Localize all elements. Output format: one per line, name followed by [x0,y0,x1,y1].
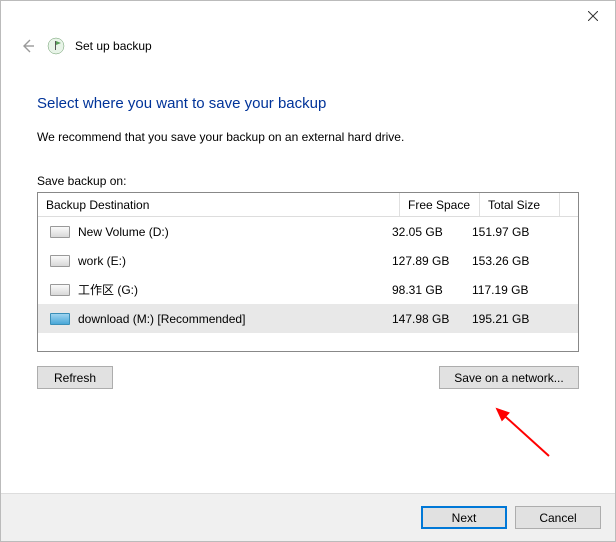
col-header-pad [560,193,578,216]
hdd-icon [50,313,70,325]
drive-total-size: 195.21 GB [472,312,552,326]
col-header-free[interactable]: Free Space [400,193,480,216]
save-on-label: Save backup on: [37,174,579,188]
drive-name: 工作区 (G:) [74,281,392,298]
col-header-total[interactable]: Total Size [480,193,560,216]
drive-name: New Volume (D:) [74,225,392,239]
refresh-button[interactable]: Refresh [37,366,113,389]
next-button[interactable]: Next [421,506,507,529]
drive-row[interactable]: work (E:)127.89 GB153.26 GB [38,246,578,275]
drive-name: work (E:) [74,254,392,268]
hdd-icon [50,284,70,296]
hdd-icon [50,226,70,238]
hdd-icon [50,255,70,267]
drive-row[interactable]: 工作区 (G:)98.31 GB117.19 GB [38,275,578,304]
drive-total-size: 151.97 GB [472,225,552,239]
drive-total-size: 117.19 GB [472,283,552,297]
window-close-button[interactable] [571,1,615,31]
page-heading: Select where you want to save your backu… [37,95,579,112]
button-row: Refresh Save on a network... [37,366,579,389]
drive-list-body: New Volume (D:)32.05 GB151.97 GBwork (E:… [38,217,578,333]
drive-row[interactable]: download (M:) [Recommended]147.98 GB195.… [38,304,578,333]
drive-total-size: 153.26 GB [472,254,552,268]
wizard-title: Set up backup [75,39,152,53]
drive-name: download (M:) [Recommended] [74,312,392,326]
drive-icon [46,255,74,267]
drive-free-space: 32.05 GB [392,225,472,239]
close-icon [588,11,598,21]
drive-list-spacer [38,333,578,351]
window-titlebar [1,1,615,31]
drive-free-space: 147.98 GB [392,312,472,326]
drive-icon [46,226,74,238]
drive-row[interactable]: New Volume (D:)32.05 GB151.97 GB [38,217,578,246]
drive-icon [46,284,74,296]
back-arrow-icon [20,38,36,54]
drive-list: Backup Destination Free Space Total Size… [37,192,579,352]
wizard-content: Select where you want to save your backu… [1,55,615,389]
back-button[interactable] [19,37,37,55]
annotation-arrow [479,401,559,461]
recommendation-text: We recommend that you save your backup o… [37,130,579,144]
col-header-destination[interactable]: Backup Destination [38,193,400,216]
backup-wizard-icon [47,37,65,55]
wizard-footer: Next Cancel [1,493,615,541]
wizard-header: Set up backup [1,37,615,55]
drive-free-space: 127.89 GB [392,254,472,268]
save-on-network-button[interactable]: Save on a network... [439,366,579,389]
drive-list-header: Backup Destination Free Space Total Size [38,193,578,217]
drive-free-space: 98.31 GB [392,283,472,297]
cancel-button[interactable]: Cancel [515,506,601,529]
drive-icon [46,313,74,325]
